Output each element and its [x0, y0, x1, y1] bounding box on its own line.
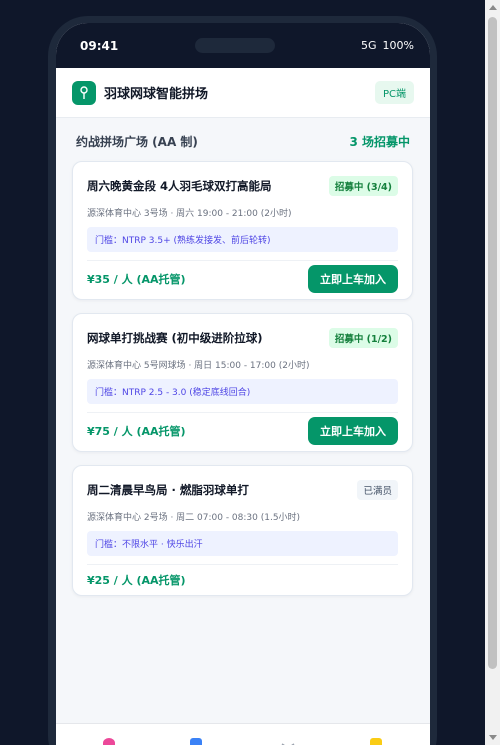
match-price: ¥25 / 人 (AA托管) — [87, 574, 186, 587]
app-header: 羽球网球智能拼场 PC端 — [56, 68, 430, 118]
match-price: ¥75 / 人 (AA托管) — [87, 425, 186, 438]
section-header: 约战拼场广场 (AA 制) 3 场招募中 — [56, 118, 430, 164]
status-time: 09:41 — [80, 38, 119, 53]
match-title: 周二清晨早鸟局 · 燃脂羽球单打 — [87, 483, 249, 497]
status-bar: 09:41 5G 100% — [56, 23, 430, 68]
section-title: 约战拼场广场 (AA 制) — [76, 134, 198, 149]
join-button[interactable]: 立即上车加入 — [308, 265, 398, 293]
match-card[interactable]: 网球单打挑战赛 (初中级进阶拉球) 招募中 (1/2) 源深体育中心 5号网球场… — [72, 313, 413, 452]
status-badge: 招募中 (3/4) — [328, 176, 398, 196]
scroll-down-icon[interactable] — [489, 735, 497, 740]
scrollbar-thumb[interactable] — [488, 17, 497, 669]
match-threshold: 门槛：不限水平 · 快乐出汗 — [87, 531, 398, 556]
divider — [87, 564, 398, 565]
match-card[interactable]: 周二清晨早鸟局 · 燃脂羽球单打 已满员 源深体育中心 2号场 · 周二 07:… — [72, 465, 413, 596]
match-title: 周六晚黄金段 4人羽毛球双打高能局 — [87, 179, 272, 193]
match-threshold: 门槛：NTRP 2.5 - 3.0 (稳定底线回合) — [87, 379, 398, 404]
network-label: 5G — [361, 39, 377, 52]
pin-icon[interactable] — [103, 738, 115, 745]
match-venue-time: 源深体育中心 3号场 · 周六 19:00 - 21:00 (2小时) — [87, 209, 292, 219]
status-badge: 招募中 (1/2) — [328, 328, 398, 348]
recruiting-count: 3 场招募中 — [349, 134, 410, 149]
app-logo-icon — [72, 80, 96, 105]
status-indicators: 5G 100% — [361, 39, 414, 52]
page-scrollbar[interactable] — [485, 0, 500, 745]
pc-mode-button[interactable]: PC端 — [374, 81, 414, 104]
match-title: 网球单打挑战赛 (初中级进阶拉球) — [87, 331, 263, 345]
status-badge: 已满员 — [357, 480, 398, 500]
phone-screen: 09:41 5G 100% 羽球网球智能拼场 PC端 约战拼场广场 (AA 制)… — [56, 23, 430, 745]
match-price: ¥35 / 人 (AA托管) — [87, 273, 186, 286]
scroll-up-icon[interactable] — [489, 5, 497, 10]
match-venue-time: 源深体育中心 2号场 · 周二 07:00 - 08:30 (1.5小时) — [87, 513, 301, 523]
match-venue-time: 源深体育中心 5号网球场 · 周日 15:00 - 17:00 (2小时) — [87, 361, 310, 371]
calendar-icon[interactable] — [190, 738, 202, 745]
racket-icon[interactable] — [281, 738, 295, 745]
bottom-tab-bar — [56, 723, 430, 745]
match-card[interactable]: 周六晚黄金段 4人羽毛球双打高能局 招募中 (3/4) 源深体育中心 3号场 ·… — [72, 161, 413, 300]
notch — [195, 38, 275, 53]
battery-label: 100% — [382, 39, 414, 52]
match-threshold: 门槛：NTRP 3.5+ (熟练发接发、前后轮转) — [87, 227, 398, 252]
join-button[interactable]: 立即上车加入 — [308, 417, 398, 445]
wallet-icon[interactable] — [370, 738, 382, 745]
app-title: 羽球网球智能拼场 — [104, 87, 209, 102]
